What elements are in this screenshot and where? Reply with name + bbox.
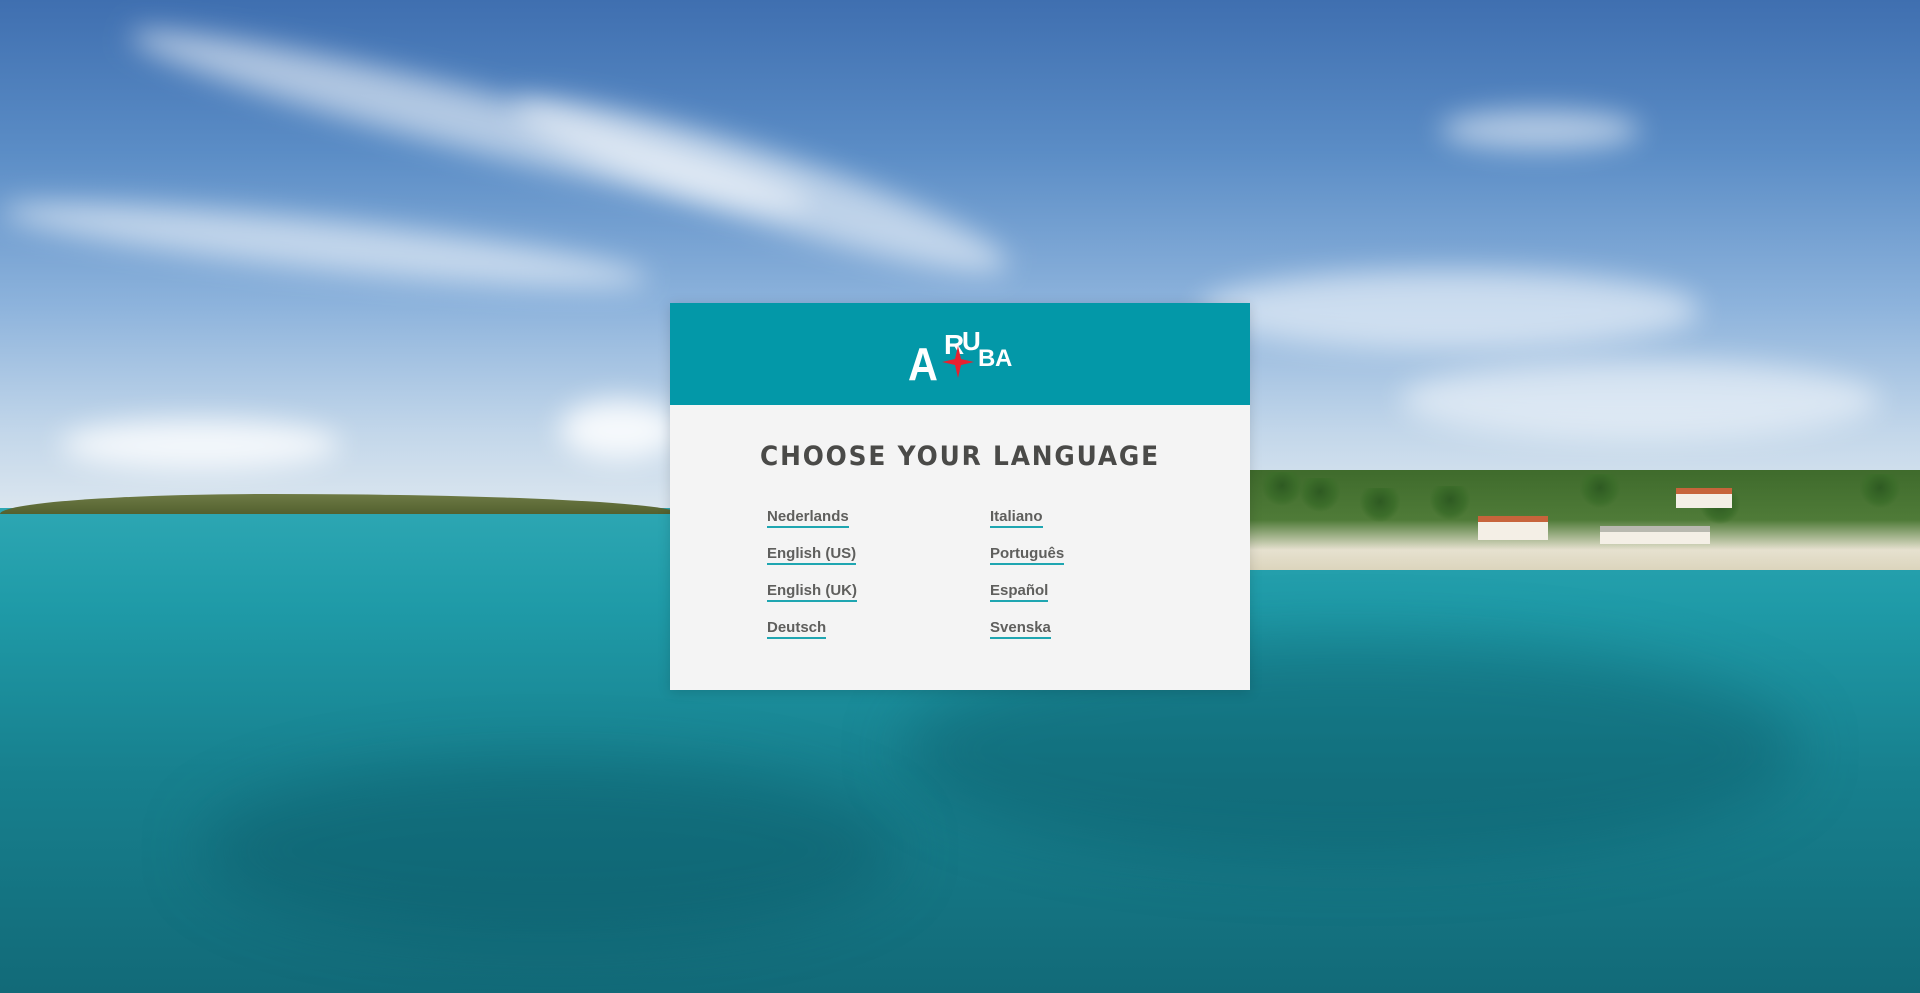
- language-link-svenska[interactable]: Svenska: [990, 619, 1051, 639]
- modal-body: CHOOSE YOUR LANGUAGE Nederlands Italiano…: [670, 405, 1250, 639]
- sea-shade: [200, 760, 900, 940]
- palm-tree: [1300, 478, 1340, 512]
- cloud: [1400, 360, 1880, 440]
- language-link-english-us[interactable]: English (US): [767, 545, 857, 565]
- svg-text:A: A: [995, 345, 1012, 372]
- aruba-logo: A R U B A: [908, 324, 1012, 384]
- language-link-italiano[interactable]: Italiano: [990, 508, 1043, 528]
- language-link-portugues[interactable]: Português: [990, 545, 1065, 565]
- language-link-espanol[interactable]: Español: [990, 582, 1049, 602]
- language-link-nederlands[interactable]: Nederlands: [767, 508, 849, 528]
- house: [1478, 516, 1548, 540]
- aruba-logo-graphic: A R U B A: [908, 326, 1012, 384]
- palm-tree: [1860, 474, 1900, 508]
- palm-tree: [1360, 488, 1400, 522]
- language-link-english-uk[interactable]: English (UK): [767, 582, 857, 602]
- house: [1676, 488, 1732, 508]
- palm-tree: [1262, 472, 1302, 506]
- cloud: [1440, 110, 1640, 150]
- palm-tree: [1580, 474, 1620, 508]
- language-list: Nederlands Italiano English (US) Portugu…: [670, 508, 1250, 639]
- svg-text:B: B: [978, 345, 995, 372]
- cloud: [1200, 270, 1700, 350]
- cloud: [60, 420, 340, 470]
- language-modal: A R U B A CHOOSE YOUR LANGUAGE Nederland…: [670, 303, 1250, 690]
- modal-header: A R U B A: [670, 303, 1250, 405]
- svg-text:A: A: [908, 339, 938, 384]
- palm-tree: [1430, 486, 1470, 520]
- house: [1600, 526, 1710, 544]
- cloud: [560, 400, 680, 460]
- language-link-deutsch[interactable]: Deutsch: [767, 619, 827, 639]
- page-title: CHOOSE YOUR LANGUAGE: [760, 441, 1160, 472]
